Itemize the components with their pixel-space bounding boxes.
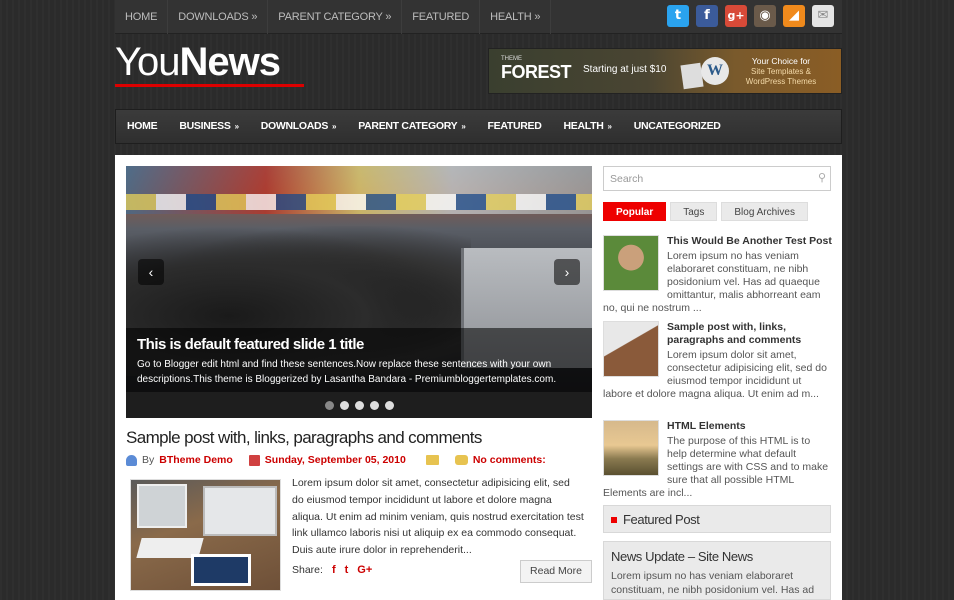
search-icon[interactable]: ⚲ bbox=[818, 171, 826, 184]
banner-tagline-line3: WordPress Themes bbox=[745, 77, 817, 86]
popular-post: Sample post with, links, paragraphs and … bbox=[603, 321, 832, 401]
featured-post-title[interactable]: News Update – Site News bbox=[611, 549, 823, 564]
mainnav-featured[interactable]: FEATURED bbox=[477, 109, 553, 144]
instagram-icon[interactable]: ◉ bbox=[754, 5, 776, 27]
wordpress-icon: W bbox=[701, 57, 729, 85]
tab-tags[interactable]: Tags bbox=[670, 202, 718, 221]
thumb-monitor bbox=[137, 484, 187, 528]
mainnav-health[interactable]: HEALTH» bbox=[553, 109, 623, 144]
thumb-laptop bbox=[203, 486, 277, 536]
social-icons: t f g+ ◉ ◢ ✉ bbox=[667, 5, 834, 27]
google-plus-icon[interactable]: g+ bbox=[725, 5, 747, 27]
banner-tagline-line1: Your Choice for bbox=[751, 56, 811, 66]
slider-dot[interactable] bbox=[324, 400, 334, 410]
tab-popular[interactable]: Popular bbox=[603, 202, 667, 221]
twitter-icon[interactable]: t bbox=[667, 5, 689, 27]
slider-prev-button[interactable]: ‹ bbox=[138, 259, 164, 285]
search-input[interactable]: Search ⚲ bbox=[603, 166, 831, 191]
dropdown-arrow-icon: » bbox=[607, 122, 612, 131]
slider-pagination bbox=[126, 392, 592, 418]
html-doc-icon bbox=[680, 62, 704, 90]
topnav-downloads[interactable]: DOWNLOADS » bbox=[168, 0, 269, 34]
themeforest-banner-ad[interactable]: THEME FOREST Starting at just $10 W Your… bbox=[488, 48, 842, 94]
banner-brand-big: FOREST bbox=[501, 62, 572, 82]
topnav-parent-category[interactable]: PARENT CATEGORY » bbox=[268, 0, 403, 34]
banner-tagline-line2: Site Templates & bbox=[751, 66, 811, 76]
slide-description: Go to Blogger edit html and find these s… bbox=[137, 359, 557, 385]
mainnav-downloads[interactable]: DOWNLOADS» bbox=[250, 109, 347, 144]
post-title[interactable]: Sample post with, links, paragraphs and … bbox=[126, 428, 482, 448]
dropdown-arrow-icon: » bbox=[461, 122, 466, 131]
topnav-home[interactable]: HOME bbox=[115, 0, 169, 34]
slider-dot[interactable] bbox=[339, 400, 349, 410]
sidebar-tabs: Popular Tags Blog Archives bbox=[603, 202, 808, 221]
calendar-icon bbox=[248, 454, 260, 466]
logo-text-news: News bbox=[179, 40, 281, 84]
facebook-share-icon[interactable]: f bbox=[332, 564, 336, 576]
mainnav-uncategorized[interactable]: UNCATEGORIZED bbox=[623, 109, 732, 144]
search-placeholder: Search bbox=[610, 173, 644, 185]
logo-underline bbox=[115, 84, 304, 87]
featured-slider[interactable]: ‹ › This is default featured slide 1 tit… bbox=[126, 166, 592, 418]
tab-blog-archives[interactable]: Blog Archives bbox=[721, 202, 808, 221]
slider-caption: This is default featured slide 1 title G… bbox=[126, 328, 592, 392]
facebook-icon[interactable]: f bbox=[696, 5, 718, 27]
post-comments-link[interactable]: No comments: bbox=[473, 454, 546, 466]
featured-post-box: News Update – Site News Lorem ipsum no h… bbox=[603, 541, 831, 600]
site-logo[interactable]: YouNews bbox=[115, 40, 304, 88]
featured-post-label: Featured Post bbox=[623, 512, 700, 527]
topnav-health[interactable]: HEALTH » bbox=[480, 0, 552, 34]
post-date-link[interactable]: Sunday, September 05, 2010 bbox=[265, 454, 406, 466]
post-meta: By BTheme Demo Sunday, September 05, 201… bbox=[126, 454, 546, 466]
slide-title[interactable]: This is default featured slide 1 title bbox=[137, 336, 581, 353]
slider-dot[interactable] bbox=[369, 400, 379, 410]
heading-square-icon bbox=[611, 517, 617, 523]
post-author-link[interactable]: BTheme Demo bbox=[159, 454, 233, 466]
post-thumbnail[interactable] bbox=[130, 479, 281, 591]
rss-icon[interactable]: ◢ bbox=[783, 5, 805, 27]
content-area: ‹ › This is default featured slide 1 tit… bbox=[115, 155, 842, 600]
banner-tagline: Your Choice for Site Templates & WordPre… bbox=[731, 56, 831, 88]
featured-post-snippet: Lorem ipsum no has veniam elaboraret con… bbox=[611, 570, 815, 596]
top-bar: HOME DOWNLOADS » PARENT CATEGORY » FEATU… bbox=[115, 0, 842, 34]
logo-text-you: You bbox=[115, 40, 180, 84]
mainnav-business[interactable]: BUSINESS» bbox=[168, 109, 249, 144]
banner-starting-price: Starting at just $10 bbox=[583, 64, 667, 75]
topnav-featured[interactable]: FEATURED bbox=[402, 0, 481, 34]
post-by-label: By bbox=[142, 454, 155, 466]
slider-image-sponsor-strip bbox=[126, 194, 592, 210]
twitter-share-icon[interactable]: t bbox=[345, 564, 349, 576]
dropdown-arrow-icon: » bbox=[332, 122, 337, 131]
popular-post-thumbnail[interactable] bbox=[603, 321, 659, 377]
slider-dot[interactable] bbox=[354, 400, 364, 410]
dropdown-arrow-icon: » bbox=[234, 122, 239, 131]
user-icon bbox=[126, 454, 137, 466]
share-label: Share: bbox=[292, 564, 323, 576]
featured-post-heading: Featured Post bbox=[603, 505, 831, 533]
comment-icon bbox=[454, 455, 468, 465]
slider-dot[interactable] bbox=[384, 400, 394, 410]
folder-icon bbox=[425, 455, 439, 465]
thumb-tablet bbox=[191, 554, 251, 586]
popular-post-thumbnail[interactable] bbox=[603, 235, 659, 291]
post-excerpt: Lorem ipsum dolor sit amet, consectetur … bbox=[292, 477, 584, 557]
share-bar: Share: f t G+ bbox=[292, 564, 372, 576]
popular-post-thumbnail[interactable] bbox=[603, 420, 659, 476]
google-plus-share-icon[interactable]: G+ bbox=[357, 564, 372, 576]
mainnav-parent-category[interactable]: PARENT CATEGORY» bbox=[347, 109, 476, 144]
popular-post: HTML Elements The purpose of this HTML i… bbox=[603, 420, 832, 500]
email-icon[interactable]: ✉ bbox=[812, 5, 834, 27]
slider-next-button[interactable]: › bbox=[554, 259, 580, 285]
mainnav-home[interactable]: HOME bbox=[116, 109, 168, 144]
main-nav: HOME BUSINESS» DOWNLOADS» PARENT CATEGOR… bbox=[115, 109, 842, 144]
popular-post: This Would Be Another Test Post Lorem ip… bbox=[603, 235, 832, 315]
read-more-button[interactable]: Read More bbox=[520, 560, 592, 583]
